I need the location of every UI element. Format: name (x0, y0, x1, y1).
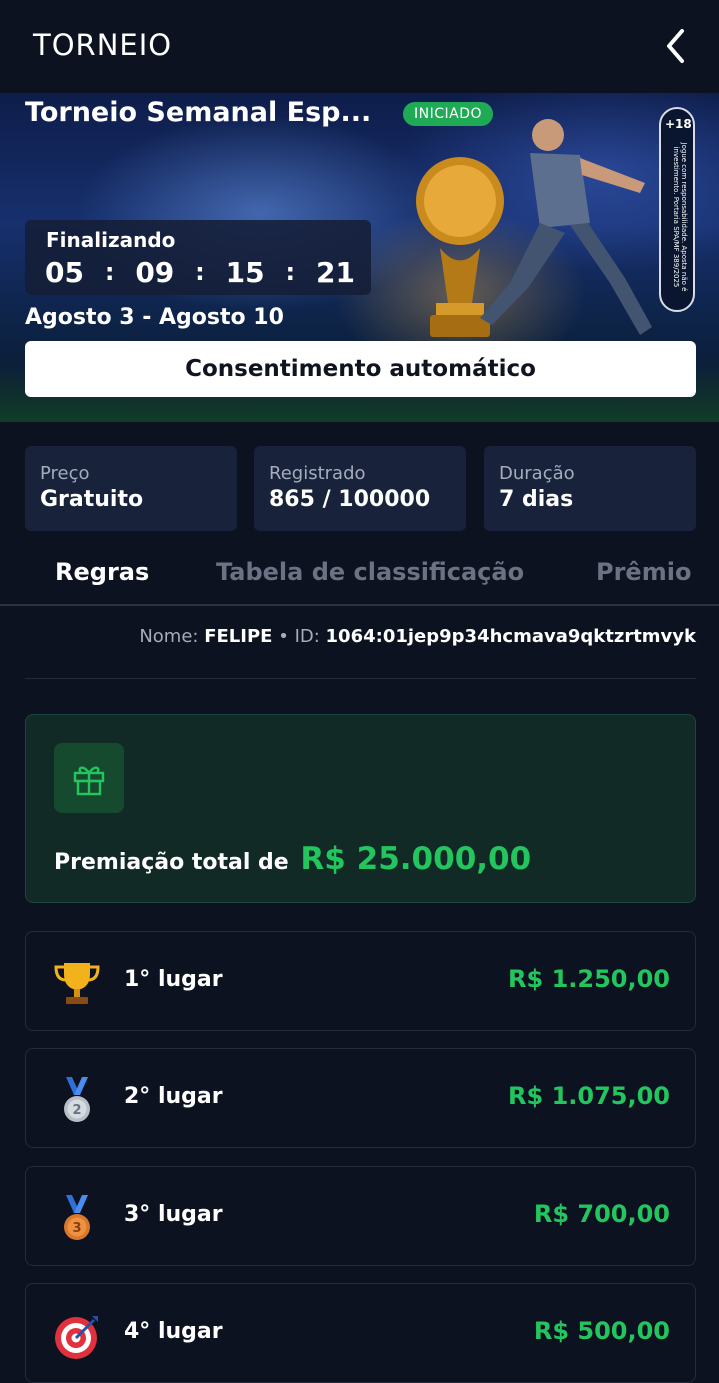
place-label: 2° lugar (124, 1084, 223, 1109)
price-card: Preço Gratuito (25, 446, 237, 531)
name-label: Nome: (139, 626, 199, 647)
tab-divider (0, 604, 719, 606)
gift-icon (54, 743, 124, 813)
tab-bar: Regras Tabela de classificação Prêmio (0, 548, 719, 608)
countdown-separator: : (104, 258, 115, 286)
countdown-separator: : (195, 258, 205, 286)
football-player-image (480, 119, 652, 335)
silver-medal-icon: 2 (64, 1077, 90, 1122)
place-prize: R$ 1.075,00 (508, 1082, 670, 1110)
countdown-separator: : (285, 258, 296, 286)
countdown-label: Finalizando (46, 228, 176, 252)
top-bar: TORNEIO (0, 0, 719, 92)
total-prize-amount: R$ 25.000,00 (300, 841, 532, 877)
responsible-gaming-text: Jogue com responsabilidade. Aposta não é… (672, 142, 688, 292)
tournament-banner: Torneio Semanal Esp... INICIADO +18 Jogu… (0, 93, 719, 422)
svg-text:2: 2 (72, 1103, 81, 1118)
duration-card: Duração 7 dias (484, 446, 696, 531)
price-label: Preço (40, 463, 90, 484)
section-divider (25, 678, 696, 679)
place-prize: R$ 500,00 (533, 1317, 670, 1345)
page-title: TORNEIO (33, 28, 173, 62)
tab-rules[interactable]: Regras (55, 558, 149, 586)
place-label: 3° lugar (124, 1202, 223, 1227)
place-label: 4° lugar (124, 1319, 223, 1344)
duration-value: 7 dias (499, 487, 574, 512)
tab-prize[interactable]: Prêmio (596, 558, 691, 586)
registered-label: Registrado (269, 463, 366, 484)
duration-label: Duração (499, 463, 575, 484)
countdown-hours: 09 (135, 255, 175, 289)
price-value: Gratuito (40, 487, 144, 512)
place-label: 1° lugar (124, 967, 223, 992)
tournament-title: Torneio Semanal Esp... (25, 97, 372, 128)
countdown-days: 05 (45, 255, 84, 289)
tournament-dates: Agosto 3 - Agosto 10 (25, 305, 284, 330)
target-icon (55, 1316, 98, 1359)
countdown-timer: Finalizando 05 : 09 : 15 : 21 (25, 220, 371, 295)
auto-consent-button[interactable]: Consentimento automático (25, 341, 696, 397)
place-row: 4° lugar R$ 500,00 (25, 1283, 696, 1383)
registered-value: 865 / 100000 (269, 487, 431, 512)
user-identity: Nome: FELIPE • ID: 1064:01jep9p34hcmava9… (139, 626, 696, 647)
countdown-seconds: 21 (315, 255, 355, 289)
age-restriction-banner: +18 Jogue com responsabilidade. Aposta n… (659, 107, 695, 312)
tournament-info-row: Preço Gratuito Registrado 865 / 100000 D… (25, 446, 696, 531)
total-prize-card: Premiação total de R$ 25.000,00 (25, 714, 696, 903)
user-id: 1064:01jep9p34hcmava9qktzrtmvyk (325, 626, 696, 647)
trophy-icon (54, 963, 100, 1004)
back-chevron-icon[interactable] (660, 28, 694, 64)
countdown-minutes: 15 (225, 255, 265, 289)
total-prize-label: Premiação total de (54, 850, 289, 875)
registered-card: Registrado 865 / 100000 (254, 446, 466, 531)
place-row: 1° lugar R$ 1.250,00 (25, 931, 696, 1031)
bronze-medal-icon: 3 (64, 1195, 90, 1240)
tab-leaderboard[interactable]: Tabela de classificação (216, 558, 524, 586)
user-name: FELIPE (204, 626, 273, 647)
svg-text:3: 3 (72, 1221, 81, 1236)
place-prize: R$ 700,00 (533, 1200, 670, 1228)
identity-separator: • (278, 626, 289, 647)
place-prize: R$ 1.250,00 (508, 965, 670, 993)
place-row: 2 2° lugar R$ 1.075,00 (25, 1048, 696, 1148)
id-label: ID: (294, 626, 320, 647)
place-row: 3 3° lugar R$ 700,00 (25, 1166, 696, 1266)
status-badge: INICIADO (403, 102, 494, 126)
